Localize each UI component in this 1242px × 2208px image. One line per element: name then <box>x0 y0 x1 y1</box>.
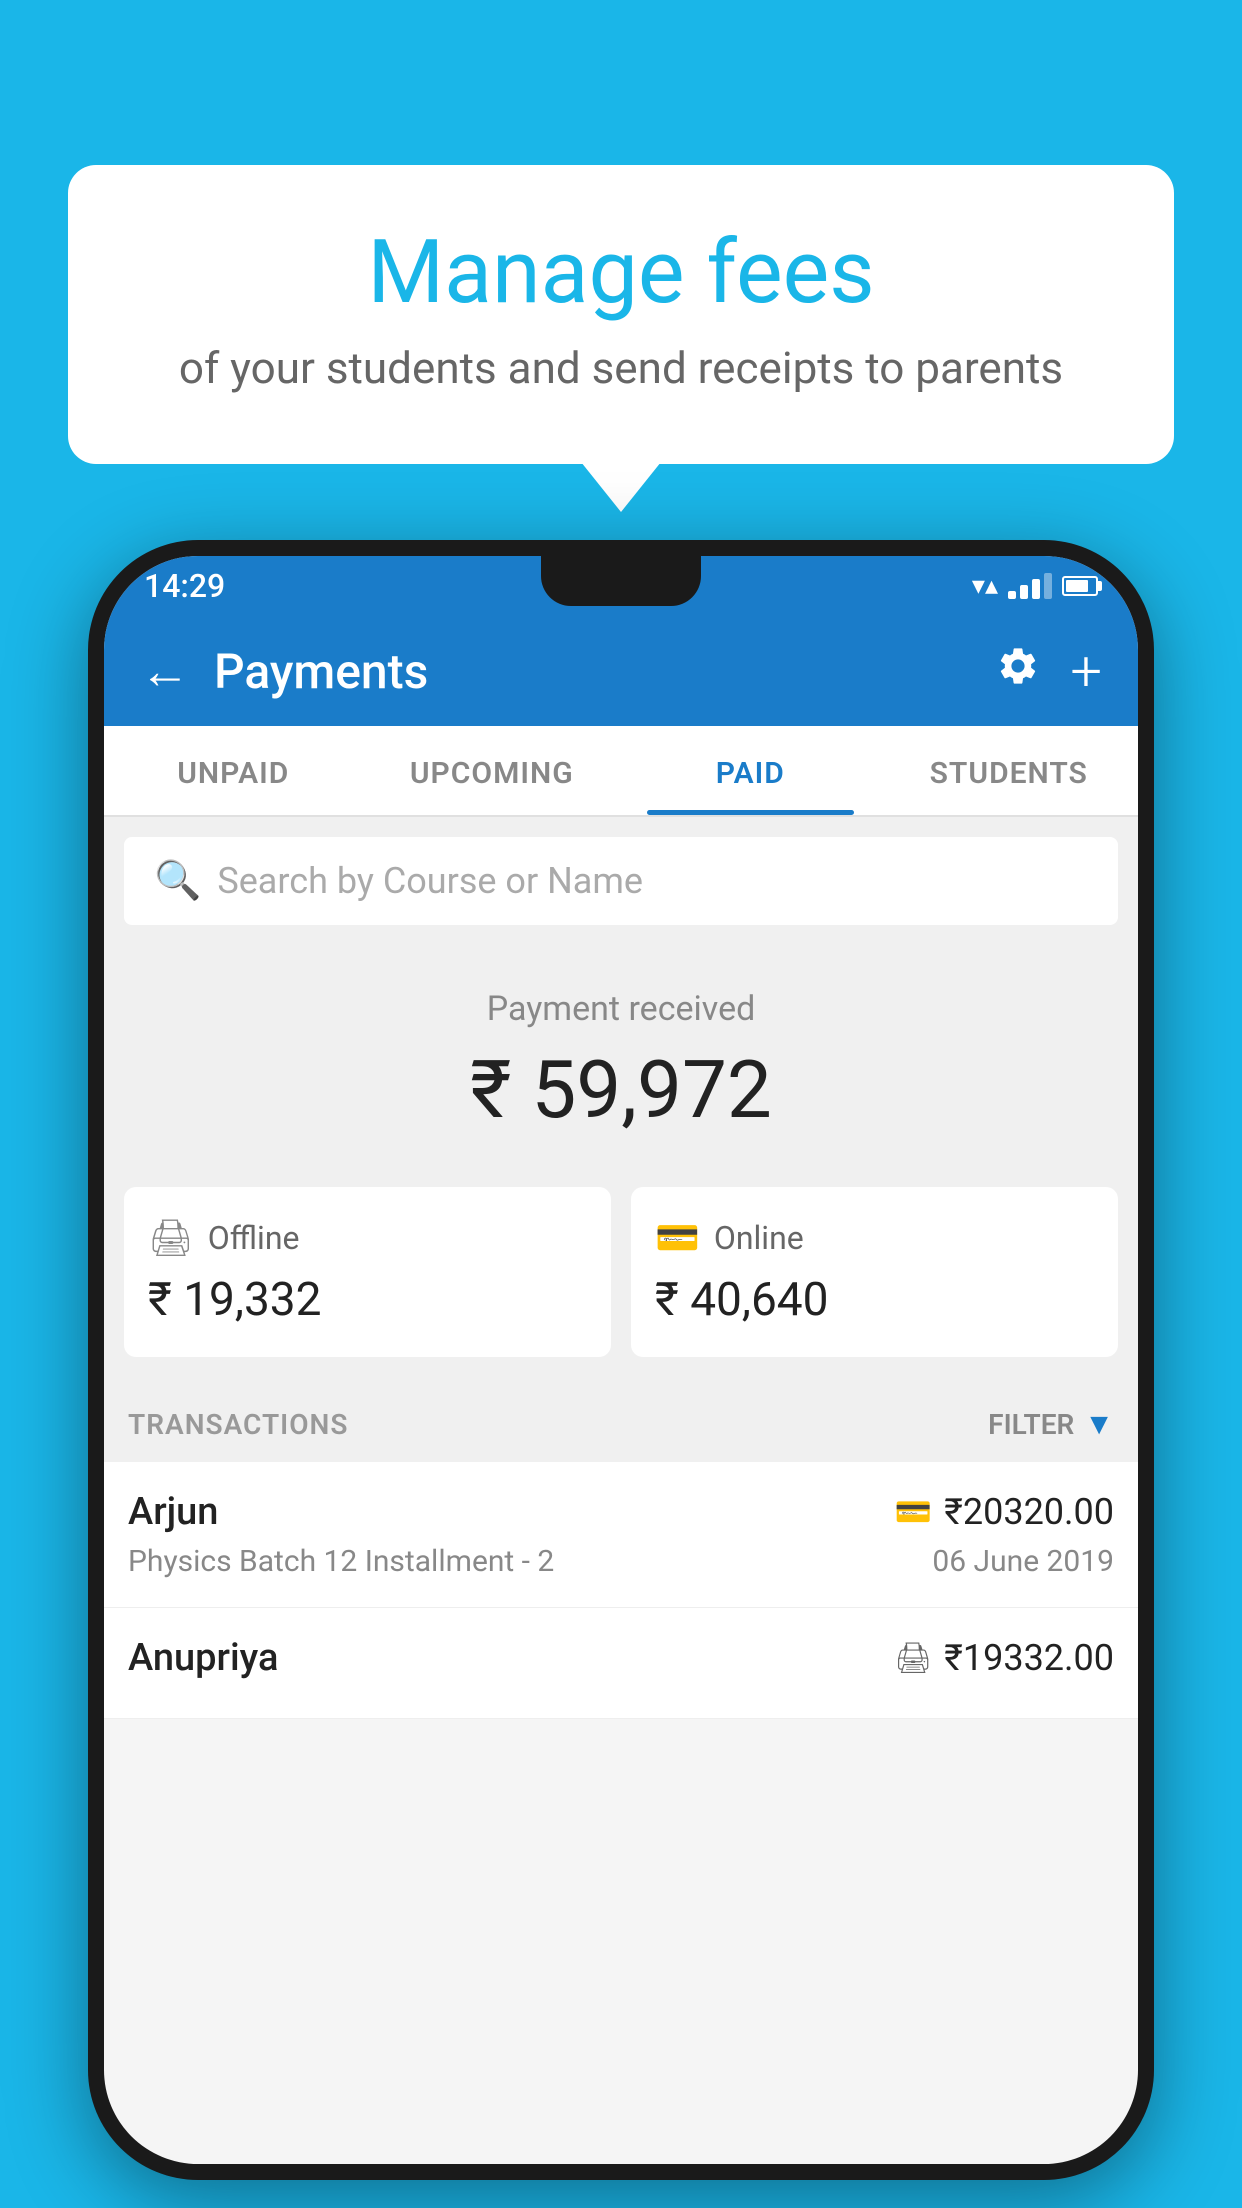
settings-button[interactable] <box>996 644 1040 699</box>
transaction-top: Arjun 💳 ₹20320.00 <box>128 1490 1114 1534</box>
filter-icon: ▼ <box>1084 1407 1114 1442</box>
search-placeholder: Search by Course or Name <box>217 860 643 902</box>
pay-type-icon: 🖨 <box>894 1641 932 1676</box>
bubble-subtitle: of your students and send receipts to pa… <box>118 342 1124 394</box>
transaction-amount: ₹19332.00 <box>944 1637 1114 1679</box>
student-name: Anupriya <box>128 1636 278 1680</box>
table-row[interactable]: Anupriya 🖨 ₹19332.00 <box>104 1608 1138 1719</box>
phone-screen: 14:29 ▾▴ ← Pay <box>104 556 1138 2164</box>
offline-icon: 🖨 <box>148 1217 194 1259</box>
status-icons: ▾▴ <box>972 571 1098 601</box>
gear-icon <box>996 644 1040 688</box>
notch <box>541 556 701 606</box>
tab-paid[interactable]: PAID <box>621 726 880 815</box>
payment-cards: 🖨 Offline ₹ 19,332 💳 Online ₹ 40,640 <box>104 1167 1138 1377</box>
online-icon: 💳 <box>655 1217 700 1259</box>
online-amount: ₹ 40,640 <box>655 1273 1094 1327</box>
status-time: 14:29 <box>144 567 225 605</box>
transactions-header: TRANSACTIONS FILTER ▼ <box>104 1377 1138 1462</box>
table-row[interactable]: Arjun 💳 ₹20320.00 Physics Batch 12 Insta… <box>104 1462 1138 1608</box>
transaction-list: Arjun 💳 ₹20320.00 Physics Batch 12 Insta… <box>104 1462 1138 1719</box>
amount-wrap: 🖨 ₹19332.00 <box>894 1637 1114 1679</box>
payment-amount: ₹ 59,972 <box>124 1043 1118 1137</box>
tab-unpaid[interactable]: UNPAID <box>104 726 363 815</box>
payment-received-label: Payment received <box>124 989 1118 1029</box>
offline-card-header: 🖨 Offline <box>148 1217 587 1259</box>
tab-upcoming[interactable]: UPCOMING <box>363 726 622 815</box>
speech-bubble: Manage fees of your students and send re… <box>68 165 1174 464</box>
search-bar[interactable]: 🔍 Search by Course or Name <box>124 837 1118 925</box>
app-bar: ← Payments + <box>104 616 1138 726</box>
app-bar-actions: + <box>996 643 1102 699</box>
online-card-header: 💳 Online <box>655 1217 1094 1259</box>
offline-label: Offline <box>208 1219 300 1257</box>
wifi-icon: ▾▴ <box>972 571 998 601</box>
transaction-bottom: Physics Batch 12 Installment - 2 06 June… <box>128 1544 1114 1579</box>
back-button[interactable]: ← <box>140 642 190 701</box>
bubble-title: Manage fees <box>118 225 1124 322</box>
filter-button[interactable]: FILTER ▼ <box>988 1407 1114 1442</box>
tabs-bar: UNPAID UPCOMING PAID STUDENTS <box>104 726 1138 817</box>
course-name: Physics Batch 12 Installment - 2 <box>128 1544 554 1579</box>
transaction-date: 06 June 2019 <box>932 1544 1114 1579</box>
battery-icon <box>1062 576 1098 596</box>
filter-label: FILTER <box>988 1408 1074 1441</box>
online-label: Online <box>714 1219 804 1257</box>
offline-card: 🖨 Offline ₹ 19,332 <box>124 1187 611 1357</box>
offline-amount: ₹ 19,332 <box>148 1273 587 1327</box>
amount-wrap: 💳 ₹20320.00 <box>895 1491 1114 1533</box>
transaction-top: Anupriya 🖨 ₹19332.00 <box>128 1636 1114 1680</box>
pay-type-icon: 💳 <box>895 1495 932 1530</box>
content-area: 🔍 Search by Course or Name Payment recei… <box>104 817 1138 1719</box>
search-icon: 🔍 <box>154 859 201 903</box>
phone-frame: 14:29 ▾▴ ← Pay <box>88 540 1154 2180</box>
student-name: Arjun <box>128 1490 218 1534</box>
app-bar-title: Payments <box>214 643 972 700</box>
transactions-label: TRANSACTIONS <box>128 1408 348 1441</box>
tab-students[interactable]: STUDENTS <box>880 726 1139 815</box>
signal-icon <box>1008 573 1052 599</box>
transaction-amount: ₹20320.00 <box>944 1491 1114 1533</box>
status-bar: 14:29 ▾▴ <box>104 556 1138 616</box>
payment-summary: Payment received ₹ 59,972 <box>104 945 1138 1167</box>
online-card: 💳 Online ₹ 40,640 <box>631 1187 1118 1357</box>
add-button[interactable]: + <box>1070 643 1102 699</box>
